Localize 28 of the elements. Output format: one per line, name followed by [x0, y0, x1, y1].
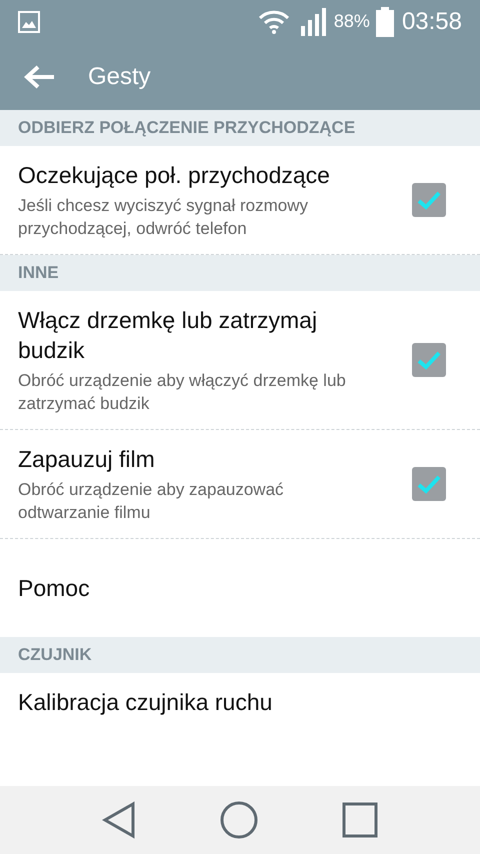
clock: 03:58	[402, 6, 462, 36]
section-header: ODBIERZ POŁĄCZENIE PRZYCHODZĄCE	[0, 110, 480, 146]
wifi-icon	[258, 8, 290, 34]
checkbox[interactable]	[412, 343, 446, 377]
checkmark-icon	[417, 190, 441, 210]
section-header: INNE	[0, 255, 480, 291]
checkbox[interactable]	[412, 467, 446, 501]
home-nav-icon[interactable]	[220, 801, 258, 839]
checkmark-icon	[417, 474, 441, 494]
page-title: Gesty	[88, 62, 151, 92]
battery-icon	[376, 6, 394, 36]
setting-title[interactable]: Pomoc	[18, 570, 90, 606]
section-header: CZUJNIK	[0, 637, 480, 673]
setting-title[interactable]: Kalibracja czujnika ruchu	[18, 685, 272, 720]
checkmark-icon	[417, 350, 441, 370]
battery-percent: 88%	[334, 10, 370, 33]
setting-title: Włącz drzemkę lub zatrzymaj budzik	[18, 306, 318, 365]
setting-description: Obróć urządzenie aby zapauzować odtwarzanie filmu	[18, 479, 285, 524]
setting-title: Zapauzuj film	[18, 445, 156, 474]
setting-description: Jeśli chcesz wyciszyć sygnał rozmowy przychodzącej, odwróć telefon	[18, 195, 310, 240]
setting-title: Oczekujące poł. przychodzące	[18, 161, 331, 190]
checkbox[interactable]	[412, 183, 446, 217]
signal-icon	[300, 8, 328, 36]
setting-description: Obróć urządzenie aby włączyć drzemkę lub zatrzymać budzik	[18, 370, 347, 415]
back-arrow-icon[interactable]	[24, 64, 56, 90]
recents-nav-icon[interactable]	[342, 802, 378, 838]
back-nav-icon[interactable]	[102, 801, 136, 839]
image-icon	[18, 10, 40, 32]
